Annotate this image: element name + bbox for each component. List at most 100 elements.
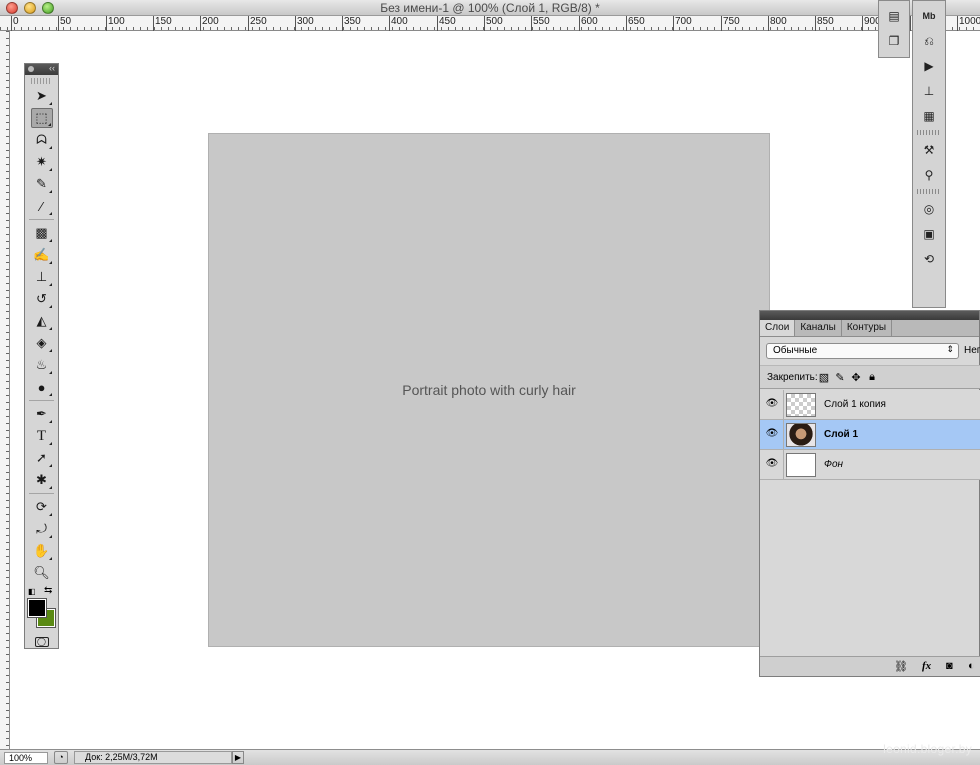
default-colors-icon[interactable]: ◧	[28, 587, 36, 596]
ruler-label: 300	[297, 16, 314, 27]
layer-comps-icon[interactable]: ❐	[884, 31, 904, 51]
paint-bucket-tool[interactable]: ◈	[31, 333, 53, 353]
lock-all-icon[interactable]: 🔒︎	[866, 371, 878, 383]
ruler-major-tick	[862, 16, 863, 31]
clone-source-icon[interactable]: ▣	[919, 224, 939, 244]
mini-bridge-icon[interactable]: Mb	[919, 6, 939, 26]
ruler-label: 250	[250, 16, 267, 27]
canvas-photo[interactable]: Portrait photo with curly hair	[208, 133, 770, 647]
tab-channels[interactable]: Каналы	[795, 320, 842, 336]
collapse-panel-icon[interactable]: ‹‹	[49, 63, 55, 73]
color-swatches: ◧ ⇆	[25, 585, 58, 631]
move-tool[interactable]: ➤	[31, 86, 53, 106]
document-info-icon[interactable]: ◔	[54, 751, 68, 764]
history-icon[interactable]: ⎌	[919, 31, 939, 51]
fx-button[interactable]: fx	[922, 660, 931, 672]
close-panel-icon[interactable]	[28, 66, 34, 72]
ruler-major-tick	[579, 16, 580, 31]
visibility-eye-icon[interactable]: 👁︎	[763, 398, 781, 412]
healing-brush-tool[interactable]: ▩	[31, 223, 53, 243]
ruler-label: 450	[439, 16, 456, 27]
brush-tool[interactable]: ✍	[31, 245, 53, 265]
ruler-major-tick	[153, 16, 154, 31]
zoom-field[interactable]: 100%	[4, 752, 48, 764]
type-tool[interactable]: T	[31, 426, 53, 446]
window-title: Без имени-1 @ 100% (Слой 1, RGB/8) *	[380, 1, 600, 15]
hand-tool[interactable]: ✋	[31, 541, 53, 561]
pen-tool[interactable]: ✒	[31, 404, 53, 424]
ruler-major-tick	[910, 16, 911, 31]
pen-icon: ✒	[36, 406, 47, 421]
path-select-icon: ➚	[36, 450, 47, 465]
info-panel-icon[interactable]: ▤	[884, 6, 904, 26]
3d-icon[interactable]: ◎	[919, 199, 939, 219]
zoom-tool[interactable]: 🔍︎	[31, 563, 53, 583]
ruler-major-tick	[342, 16, 343, 31]
3d-orbit-icon: ⤾	[36, 521, 47, 536]
hand-icon: ✋	[33, 543, 50, 558]
ruler-label: 550	[533, 16, 550, 27]
lasso-tool[interactable]: ᗣ	[31, 130, 53, 150]
brushes-icon[interactable]: ⚲	[919, 165, 939, 185]
navigator-icon[interactable]: ⟲	[919, 249, 939, 269]
layer-row-selected[interactable]: 👁︎ Слой 1	[760, 420, 980, 450]
lock-transparency-icon[interactable]: ▧	[818, 371, 830, 384]
panel-grip[interactable]	[31, 78, 52, 84]
brush-icon: ✍	[33, 247, 50, 262]
tool-presets-icon[interactable]: ⚒	[919, 140, 939, 160]
lock-position-icon[interactable]: ✥	[850, 371, 862, 384]
dodge-tool[interactable]: ●	[31, 377, 53, 397]
lock-pixels-icon[interactable]: ✎	[834, 371, 846, 384]
3d-rotate-tool[interactable]: ⟳	[31, 497, 53, 517]
status-menu-arrow-icon[interactable]: ▶	[232, 751, 244, 764]
tab-paths[interactable]: Контуры	[842, 320, 893, 336]
path-selection-tool[interactable]: ➚	[31, 448, 53, 468]
ruler-label: 350	[344, 16, 361, 27]
link-layers-icon[interactable]: ⛓	[894, 660, 908, 673]
zoom-icon: 🔍︎	[33, 565, 50, 580]
3d-orbit-tool[interactable]: ⤾	[31, 519, 53, 539]
add-mask-icon[interactable]: ◙	[946, 660, 953, 672]
eyedropper-tool[interactable]: ⁄	[31, 196, 53, 216]
marquee-icon: ⬚	[35, 110, 48, 125]
magic-wand-icon: ✷	[36, 154, 47, 169]
layer-name: Слой 1 копия	[824, 399, 886, 410]
ruler-major-tick	[484, 16, 485, 31]
ruler-label: 150	[155, 16, 172, 27]
eraser-tool[interactable]: ◭	[31, 311, 53, 331]
layer-row[interactable]: 👁︎ Слой 1 копия	[760, 390, 980, 420]
foreground-color-swatch[interactable]	[27, 598, 47, 618]
blend-mode-select[interactable]: Обычные ⇕	[766, 343, 959, 359]
layers-panel-header[interactable]	[760, 311, 979, 320]
quick-mask-icon: ◯	[34, 637, 49, 647]
magic-wand-tool[interactable]: ✷	[31, 152, 53, 172]
lasso-icon: ᗣ	[36, 132, 47, 147]
measurement-icon[interactable]: ▦	[919, 106, 939, 126]
tools-panel-header[interactable]: ‹‹	[25, 63, 58, 75]
clone-stamp-tool[interactable]: ⊥	[31, 267, 53, 287]
layer-thumbnail	[786, 423, 816, 447]
actions-icon[interactable]: ▶	[919, 56, 939, 76]
animation-icon[interactable]: ⊥	[919, 81, 939, 101]
adjustment-layer-icon[interactable]: ◐	[968, 660, 975, 672]
quick-mask-button[interactable]: ◯	[31, 632, 53, 652]
opacity-label: Неп	[964, 345, 980, 356]
visibility-eye-icon[interactable]: 👁︎	[763, 458, 781, 472]
history-brush-tool[interactable]: ↺	[31, 289, 53, 309]
stamp-icon: ⊥	[35, 269, 48, 284]
ruler-major-tick	[200, 16, 201, 31]
ruler-label: 500	[486, 16, 503, 27]
visibility-eye-icon[interactable]: 👁︎	[763, 428, 781, 442]
title-bar: Без имени-1 @ 100% (Слой 1, RGB/8) *	[0, 0, 980, 16]
swap-colors-icon[interactable]: ⇆	[44, 585, 52, 596]
horizontal-ruler[interactable]: 0 50 100 150 200 250 300 350 400 450 500 550 600 650 7…	[0, 16, 980, 31]
select-arrows-icon: ⇕	[946, 344, 954, 354]
custom-shape-tool[interactable]: ✱	[31, 470, 53, 490]
tab-layers[interactable]: Слои	[760, 320, 796, 336]
layer-row-background[interactable]: 👁︎ Фон	[760, 450, 980, 480]
3d-rotate-icon: ⟳	[36, 499, 47, 514]
crop-tool[interactable]: ✎	[31, 174, 53, 194]
blur-tool[interactable]: ♨	[31, 355, 53, 375]
rectangular-marquee-tool[interactable]: ⬚	[30, 108, 53, 128]
vertical-ruler[interactable]	[0, 31, 10, 749]
